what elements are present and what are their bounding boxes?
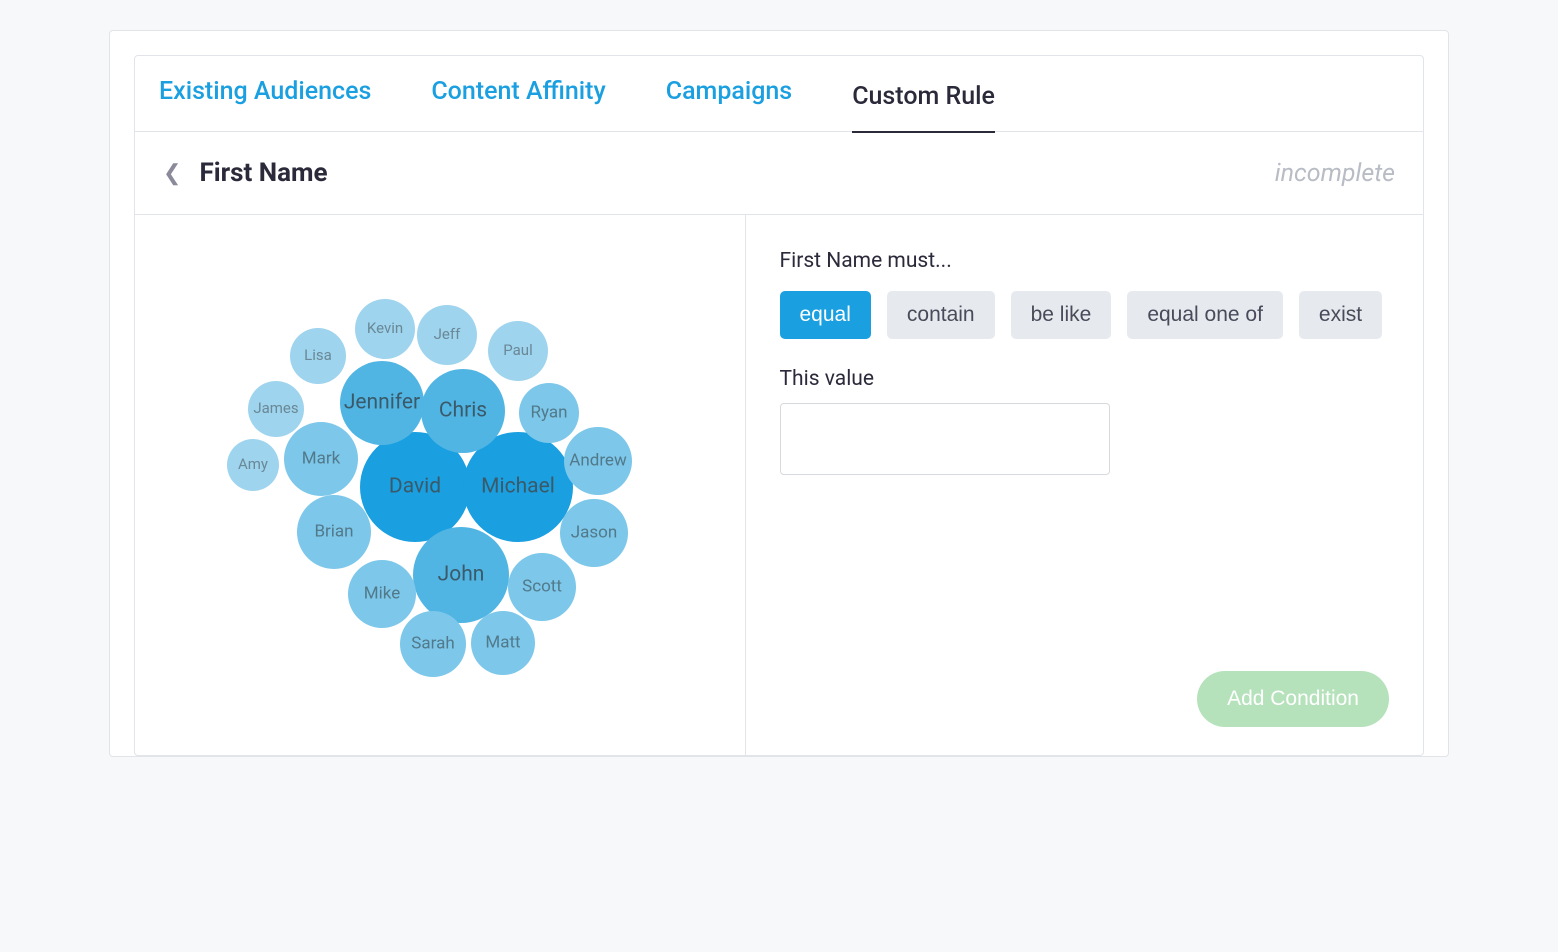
bubble-label: Amy	[238, 455, 268, 473]
add-condition-button[interactable]: Add Condition	[1197, 671, 1389, 727]
bubble-label: Scott	[522, 576, 562, 596]
page-card: Existing Audiences Content Affinity Camp…	[109, 30, 1449, 757]
bubble-label: Lisa	[304, 346, 332, 364]
bubble-label: Kevin	[367, 319, 403, 337]
bubble-chart-pane: David Michael John Chris Jennifer Mark Brian Mi…	[135, 215, 746, 755]
bubble-label: Brian	[314, 521, 353, 541]
tabs: Existing Audiences Content Affinity Camp…	[135, 56, 1423, 132]
tab-campaigns[interactable]: Campaigns	[666, 77, 792, 110]
bubble-label: Jeff	[433, 325, 460, 343]
bubble-label: Mike	[364, 583, 400, 603]
value-input[interactable]	[780, 403, 1110, 475]
bubble-label: Paul	[503, 341, 532, 359]
form-pane: First Name must... equal contain be like…	[746, 215, 1424, 755]
inner-card: Existing Audiences Content Affinity Camp…	[134, 55, 1424, 756]
bubble-label: John	[437, 563, 484, 587]
bubble-label: Chris	[439, 399, 487, 423]
subheader: ❮ First Name incomplete	[135, 132, 1423, 215]
tab-existing-audiences[interactable]: Existing Audiences	[159, 77, 371, 110]
bubble-label: Ryan	[530, 402, 567, 422]
split-pane: David Michael John Chris Jennifer Mark Brian Mi…	[135, 215, 1423, 755]
operator-equal-button[interactable]: equal	[780, 291, 871, 339]
chevron-left-icon[interactable]: ❮	[163, 161, 181, 186]
subheader-left: ❮ First Name	[163, 158, 328, 188]
operator-belike-button[interactable]: be like	[1011, 291, 1112, 339]
bubble-chart: David Michael John Chris Jennifer Mark Brian Mi…	[220, 235, 660, 705]
bubble-label: Andrew	[569, 450, 627, 470]
operator-exist-button[interactable]: exist	[1299, 291, 1382, 339]
bubble-label: David	[389, 475, 441, 499]
bubble-label: Sarah	[411, 633, 454, 653]
bubble-label: Matt	[485, 632, 520, 652]
status-badge: incomplete	[1275, 159, 1395, 188]
operator-equaloneof-button[interactable]: equal one of	[1127, 291, 1283, 339]
operator-chips: equal contain be like equal one of exist	[780, 291, 1390, 339]
bubble-label: Michael	[481, 475, 555, 499]
page-title: First Name	[199, 158, 327, 188]
bubble-label: Jennifer	[344, 391, 420, 415]
operator-prompt: First Name must...	[780, 249, 1390, 273]
tab-custom-rule[interactable]: Custom Rule	[852, 76, 995, 133]
tab-content-affinity[interactable]: Content Affinity	[431, 77, 605, 110]
bubble-label: Jason	[571, 522, 617, 542]
value-label: This value	[780, 367, 1390, 391]
bubble-label: Mark	[302, 448, 341, 468]
operator-contain-button[interactable]: contain	[887, 291, 995, 339]
bubble-label: James	[253, 399, 298, 417]
